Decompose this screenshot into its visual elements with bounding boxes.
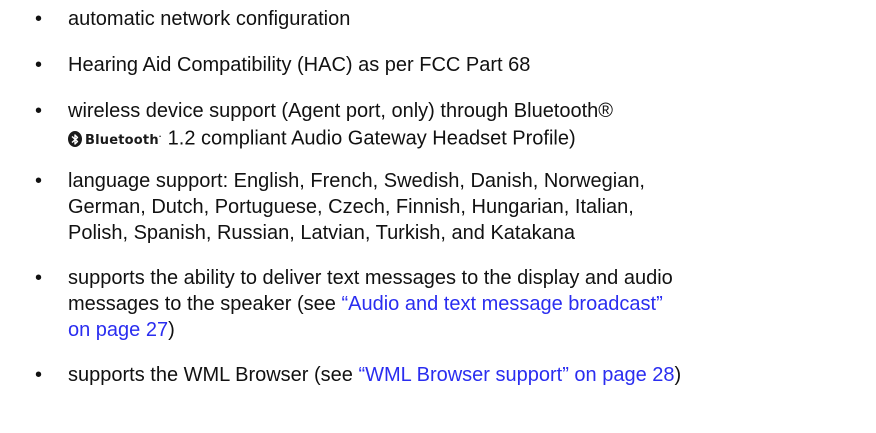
list-item-text: supports the WML Browser (see “WML Brows… (68, 362, 868, 388)
bluetooth-logo: Bluetooth· (68, 124, 162, 154)
bullet-icon: • (35, 267, 43, 289)
bullet-icon: • (35, 54, 43, 76)
text-line: supports the WML Browser (see “WML Brows… (68, 362, 868, 388)
audio-text-broadcast-page-link[interactable]: on page 27 (68, 319, 168, 341)
list-item-text: Hearing Aid Compatibility (HAC) as per F… (68, 52, 868, 78)
wml-browser-support-link[interactable]: “WML Browser support” on page 28 (358, 364, 674, 386)
text-line: messages to the speaker (see “Audio and … (68, 291, 868, 317)
text-fragment: ) (168, 319, 175, 341)
text-fragment: supports the WML Browser (see (68, 364, 359, 386)
text-line: language support: English, French, Swedi… (68, 170, 645, 192)
list-item-text: automatic network configuration (68, 6, 868, 32)
bluetooth-wordmark: Bluetooth· (85, 133, 162, 148)
audio-text-broadcast-link[interactable]: “Audio and text message broadcast” (341, 293, 662, 315)
text-line: on page 27) (68, 317, 868, 343)
text-line: Hearing Aid Compatibility (HAC) as per F… (68, 54, 531, 76)
text-line: Bluetooth· 1.2 compliant Audio Gateway H… (68, 124, 868, 154)
text-fragment: 1.2 compliant Audio Gateway Headset Prof… (167, 127, 576, 150)
text-fragment: messages to the speaker (see (68, 293, 342, 315)
document-page: • automatic network configuration • Hear… (0, 0, 876, 433)
text-line: supports the ability to deliver text mes… (68, 267, 673, 289)
bullet-icon: • (35, 170, 43, 192)
text-fragment: ) (674, 364, 682, 386)
text-line: automatic network configuration (68, 8, 351, 30)
list-item-text: supports the ability to deliver text mes… (68, 265, 868, 343)
bullet-icon: • (35, 364, 43, 386)
text-line: wireless device support (Agent port, onl… (68, 100, 614, 122)
list-item-text: wireless device support (Agent port, onl… (68, 98, 868, 154)
bluetooth-icon (68, 131, 82, 147)
bullet-icon: • (35, 100, 43, 122)
list-item-text: language support: English, French, Swedi… (68, 168, 868, 246)
text-line: German, Dutch, Portuguese, Czech, Finnis… (68, 196, 634, 218)
text-line: Polish, Spanish, Russian, Latvian, Turki… (68, 222, 575, 244)
bullet-icon: • (35, 8, 43, 30)
